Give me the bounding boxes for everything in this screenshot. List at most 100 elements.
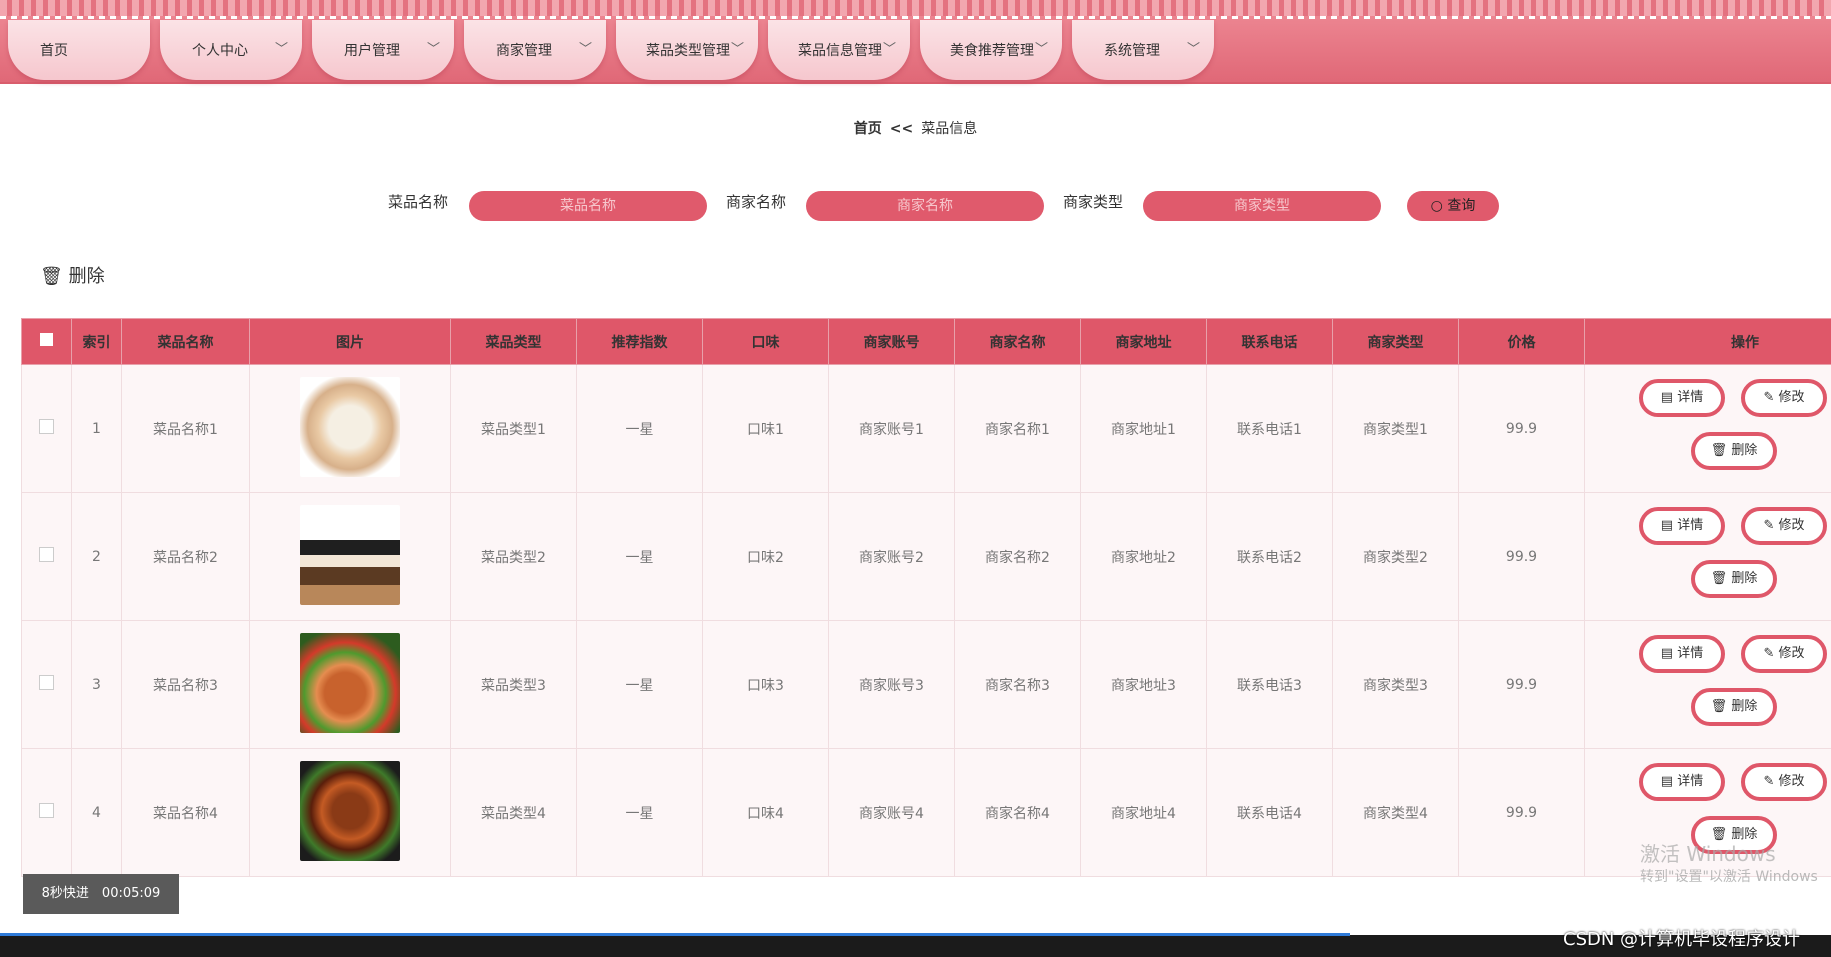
cell-acct: 商家账号1	[828, 364, 955, 493]
cell-mtype: 商家类型3	[1332, 620, 1459, 749]
breadcrumb-home[interactable]: 首页	[854, 121, 882, 137]
cell-mtype: 商家类型2	[1332, 492, 1459, 621]
edit-button[interactable]: ✎ 修改	[1741, 379, 1827, 417]
col-header: 价格	[1458, 318, 1585, 365]
csdn-watermark: CSDN @计算机毕设程序设计	[1563, 929, 1801, 950]
nav-item-dish-types[interactable]: 菜品类型管理 ﹀	[616, 20, 758, 80]
dish-image	[249, 748, 451, 877]
merchant-name-input[interactable]: 商家名称	[806, 191, 1044, 221]
col-header: 商家类型	[1332, 318, 1459, 365]
cell-mname: 商家名称4	[954, 748, 1081, 877]
cell-type: 菜品类型4	[450, 748, 577, 877]
breadcrumb-current: 菜品信息	[921, 121, 978, 137]
search-icon: ○	[1430, 198, 1448, 214]
query-button[interactable]: ○ 查询	[1407, 191, 1499, 221]
nav-label: 首页	[40, 43, 68, 59]
delete-button[interactable]: 🗑 删除	[1691, 688, 1777, 726]
cell-rec: 一星	[576, 748, 703, 877]
nav-item-users[interactable]: 用户管理 ﹀	[312, 20, 454, 80]
cell-rec: 一星	[576, 364, 703, 493]
nav-item-home[interactable]: 首页	[8, 20, 150, 80]
video-progress[interactable]	[0, 933, 1350, 936]
cell-phone: 联系电话3	[1206, 620, 1333, 749]
nav-label: 美食推荐管理	[950, 43, 1034, 59]
nav-item-personal[interactable]: 个人中心 ﹀	[160, 20, 302, 80]
chevron-down-icon: ﹀	[578, 42, 592, 57]
query-label: 查询	[1447, 198, 1476, 214]
edit-label: 修改	[1778, 518, 1805, 533]
chevron-down-icon: ﹀	[882, 42, 896, 57]
food-photo	[300, 504, 400, 605]
dish-image	[249, 492, 451, 621]
cell-idx: 4	[71, 748, 122, 877]
row-checkbox[interactable]	[21, 492, 72, 621]
nav-label: 菜品类型管理	[646, 43, 730, 59]
edit-button[interactable]: ✎ 修改	[1741, 635, 1827, 673]
edit-label: 修改	[1778, 774, 1805, 789]
nav-item-merchants[interactable]: 商家管理 ﹀	[464, 20, 606, 80]
select-all-checkbox[interactable]	[21, 318, 72, 365]
dish-name-input[interactable]: 菜品名称	[469, 191, 707, 221]
detail-icon: ▤	[1660, 518, 1678, 533]
cell-idx: 3	[71, 620, 122, 749]
detail-button[interactable]: ▤ 详情	[1639, 379, 1725, 417]
delete-button[interactable]: 🗑 删除	[1691, 432, 1777, 470]
col-header: 商家名称	[954, 318, 1081, 365]
breadcrumb-separator: <<	[889, 121, 914, 137]
cell-name: 菜品名称2	[121, 492, 250, 621]
cell-addr: 商家地址3	[1080, 620, 1207, 749]
nav-decoration	[0, 0, 1831, 16]
table-row: 4 菜品名称4 菜品类型4 一星 口味4 商家账号4 商家名称4 商家地址4 联系电话4 商家类型…	[21, 748, 1831, 877]
cell-mname: 商家名称2	[954, 492, 1081, 621]
nav-dash-line	[0, 16, 1831, 19]
cell-type: 菜品类型3	[450, 620, 577, 749]
nav-label: 菜品信息管理	[798, 43, 882, 59]
merchant-type-input[interactable]: 商家类型	[1143, 191, 1381, 221]
col-header: 联系电话	[1206, 318, 1333, 365]
row-checkbox[interactable]	[21, 620, 72, 749]
cell-type: 菜品类型1	[450, 364, 577, 493]
chevron-down-icon: ﹀	[274, 42, 288, 57]
row-checkbox[interactable]	[21, 364, 72, 493]
cell-price: 99.9	[1458, 492, 1585, 621]
nav-label: 系统管理	[1104, 43, 1160, 59]
cell-name: 菜品名称3	[121, 620, 250, 749]
delete-label: 删除	[1731, 443, 1758, 458]
col-header: 商家地址	[1080, 318, 1207, 365]
col-header: 索引	[71, 318, 122, 365]
nav-item-recommend[interactable]: 美食推荐管理 ﹀	[920, 20, 1062, 80]
cell-acct: 商家账号2	[828, 492, 955, 621]
edit-button[interactable]: ✎ 修改	[1741, 763, 1827, 801]
cell-phone: 联系电话1	[1206, 364, 1333, 493]
batch-delete-button[interactable]: 🗑 删除	[40, 262, 105, 288]
cell-type: 菜品类型2	[450, 492, 577, 621]
cell-rec: 一星	[576, 620, 703, 749]
detail-button[interactable]: ▤ 详情	[1639, 763, 1725, 801]
nav-item-dish-info[interactable]: 菜品信息管理 ﹀	[768, 20, 910, 80]
col-header: 操作	[1584, 318, 1831, 365]
detail-button[interactable]: ▤ 详情	[1639, 635, 1725, 673]
dish-image	[249, 620, 451, 749]
windows-watermark-sub: 转到"设置"以激活 Windows	[1640, 869, 1818, 885]
detail-button[interactable]: ▤ 详情	[1639, 507, 1725, 545]
row-checkbox[interactable]	[21, 748, 72, 877]
cell-price: 99.9	[1458, 748, 1585, 877]
cell-name: 菜品名称1	[121, 364, 250, 493]
dish-table: 索引 菜品名称 图片 菜品类型 推荐指数 口味 商家账号 商家名称 商家地址 联…	[21, 318, 1831, 877]
edit-label: 修改	[1778, 646, 1805, 661]
edit-icon: ✎	[1763, 774, 1779, 789]
food-photo	[300, 376, 400, 477]
cell-mtype: 商家类型1	[1332, 364, 1459, 493]
chevron-down-icon: ﹀	[1034, 42, 1048, 57]
cell-mname: 商家名称1	[954, 364, 1081, 493]
food-photo	[300, 632, 400, 733]
col-header: 商家账号	[828, 318, 955, 365]
cell-acct: 商家账号4	[828, 748, 955, 877]
edit-button[interactable]: ✎ 修改	[1741, 507, 1827, 545]
detail-label: 详情	[1677, 774, 1704, 789]
detail-icon: ▤	[1660, 390, 1678, 405]
chevron-down-icon: ﹀	[1186, 42, 1200, 57]
cell-name: 菜品名称4	[121, 748, 250, 877]
delete-button[interactable]: 🗑 删除	[1691, 560, 1777, 598]
nav-item-system[interactable]: 系统管理 ﹀	[1072, 20, 1214, 80]
